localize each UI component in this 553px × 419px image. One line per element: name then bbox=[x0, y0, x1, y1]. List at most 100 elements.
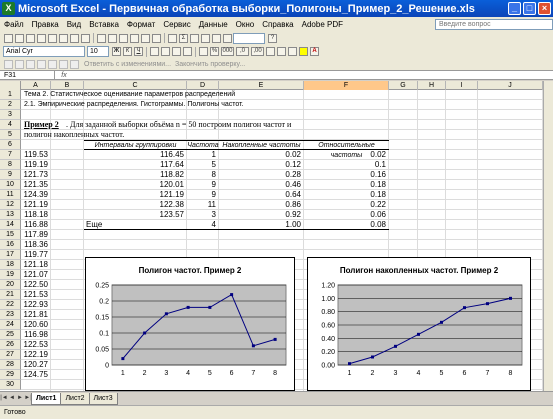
table-cell[interactable]: 0.06 bbox=[304, 210, 386, 220]
row-header[interactable]: 9 bbox=[0, 170, 21, 180]
row-header[interactable]: 2 bbox=[0, 100, 21, 110]
menu-insert[interactable]: Вставка bbox=[85, 20, 123, 29]
close-button[interactable]: × bbox=[538, 2, 551, 15]
menu-format[interactable]: Формат bbox=[123, 20, 159, 29]
merge-center-icon[interactable] bbox=[183, 47, 192, 56]
table-cell[interactable]: 122.38 bbox=[84, 200, 184, 210]
table-cell[interactable]: 9 bbox=[187, 180, 216, 190]
paste-icon[interactable] bbox=[119, 33, 128, 43]
table-header[interactable]: Частота bbox=[187, 140, 219, 150]
review-icon-6[interactable] bbox=[59, 59, 68, 69]
drawing-icon[interactable] bbox=[223, 33, 232, 43]
table-cell[interactable]: 0.12 bbox=[219, 160, 301, 170]
increase-indent-icon[interactable] bbox=[277, 47, 286, 56]
cell-example-label[interactable]: Пример 2 bbox=[24, 120, 59, 130]
font-name-select[interactable]: Arial Cyr bbox=[3, 46, 85, 57]
row-header[interactable]: 26 bbox=[0, 340, 21, 350]
cell-sample-value[interactable]: 119.19 bbox=[21, 160, 48, 170]
first-sheet-button[interactable]: |◄ bbox=[0, 394, 8, 403]
email-icon[interactable] bbox=[48, 33, 57, 43]
cell-sample-value[interactable]: 122.50 bbox=[21, 280, 48, 290]
autosum-icon[interactable]: Σ bbox=[179, 33, 188, 43]
help-icon[interactable]: ? bbox=[268, 33, 277, 43]
underline-button[interactable]: Ч bbox=[134, 47, 143, 56]
row-header[interactable]: 6 bbox=[0, 140, 21, 150]
sheet-tab-1[interactable]: Лист1 bbox=[31, 392, 62, 405]
cell-sample-value[interactable]: 117.89 bbox=[21, 230, 48, 240]
next-sheet-button[interactable]: ► bbox=[16, 394, 24, 403]
table-cell[interactable]: 0.28 bbox=[219, 170, 301, 180]
new-icon[interactable] bbox=[4, 33, 13, 43]
column-header-a[interactable]: A bbox=[21, 81, 51, 90]
row-header[interactable]: 12 bbox=[0, 200, 21, 210]
format-painter-icon[interactable] bbox=[130, 33, 139, 43]
spelling-icon[interactable] bbox=[81, 33, 90, 43]
table-cell[interactable]: 118.82 bbox=[84, 170, 184, 180]
minimize-button[interactable]: _ bbox=[508, 2, 521, 15]
row-header[interactable]: 21 bbox=[0, 290, 21, 300]
menu-help[interactable]: Справка bbox=[258, 20, 297, 29]
column-header-c[interactable]: C bbox=[84, 81, 187, 90]
worksheet-grid[interactable]: ABCDEFGHIJ 1 2 3 4 5 6 7 8 9 10 11 12 13 14 15 16 17 18 19… bbox=[0, 81, 553, 391]
copy-icon[interactable] bbox=[108, 33, 117, 43]
table-cell[interactable]: 120.01 bbox=[84, 180, 184, 190]
table-cell[interactable]: 0.46 bbox=[219, 180, 301, 190]
row-header[interactable]: 10 bbox=[0, 180, 21, 190]
table-cell[interactable]: 11 bbox=[187, 200, 216, 210]
permission-icon[interactable] bbox=[37, 33, 46, 43]
review-icon-2[interactable] bbox=[15, 59, 24, 69]
column-header-j[interactable]: J bbox=[478, 81, 543, 90]
review-icon-5[interactable] bbox=[48, 59, 57, 69]
save-icon[interactable] bbox=[26, 33, 35, 43]
row-header[interactable]: 29 bbox=[0, 370, 21, 380]
table-cell[interactable]: 0.92 bbox=[219, 210, 301, 220]
cell-sample-value[interactable]: 122.93 bbox=[21, 300, 48, 310]
column-header-d[interactable]: D bbox=[187, 81, 219, 90]
review-icon-1[interactable] bbox=[4, 59, 13, 69]
row-header[interactable]: 28 bbox=[0, 360, 21, 370]
review-icon-7[interactable] bbox=[70, 59, 79, 69]
table-cell[interactable]: 0.1 bbox=[304, 160, 386, 170]
end-review-button[interactable]: Закончить проверку... bbox=[175, 61, 245, 68]
cell-sample-value[interactable]: 118.18 bbox=[21, 210, 48, 220]
menu-tools[interactable]: Сервис bbox=[159, 20, 194, 29]
table-cell[interactable]: 0.18 bbox=[304, 190, 386, 200]
row-header[interactable]: 27 bbox=[0, 350, 21, 360]
column-header-g[interactable]: G bbox=[389, 81, 418, 90]
sort-desc-icon[interactable] bbox=[201, 33, 210, 43]
redo-icon[interactable] bbox=[152, 33, 161, 43]
table-cell[interactable]: 116.45 bbox=[84, 150, 184, 160]
row-header[interactable]: 3 bbox=[0, 110, 21, 120]
cell-sample-value[interactable]: 121.81 bbox=[21, 310, 48, 320]
table-cell[interactable]: 0.18 bbox=[304, 180, 386, 190]
cell-sample-value[interactable]: 121.18 bbox=[21, 260, 48, 270]
menu-file[interactable]: Файл bbox=[0, 20, 28, 29]
help-search-input[interactable]: Введите вопрос bbox=[435, 18, 553, 30]
sheet-tab-3[interactable]: Лист3 bbox=[88, 392, 118, 405]
undo-icon[interactable] bbox=[141, 33, 150, 43]
decrease-indent-icon[interactable] bbox=[266, 47, 275, 56]
thousands-button[interactable]: 000 bbox=[221, 47, 234, 56]
row-header[interactable]: 4 bbox=[0, 120, 21, 130]
table-cell[interactable]: 117.64 bbox=[84, 160, 184, 170]
table-header[interactable]: Относительные частоты bbox=[304, 140, 389, 159]
align-center-icon[interactable] bbox=[161, 47, 170, 56]
table-cell[interactable]: 5 bbox=[187, 160, 216, 170]
table-cell[interactable]: 3 bbox=[187, 210, 216, 220]
currency-icon[interactable] bbox=[199, 47, 208, 56]
row-header[interactable]: 24 bbox=[0, 320, 21, 330]
fx-icon[interactable]: fx bbox=[55, 72, 73, 79]
sort-asc-icon[interactable] bbox=[190, 33, 199, 43]
select-all-corner[interactable] bbox=[0, 81, 21, 90]
menu-window[interactable]: Окно bbox=[232, 20, 259, 29]
row-header[interactable]: 22 bbox=[0, 300, 21, 310]
maximize-button[interactable]: □ bbox=[523, 2, 536, 15]
row-header[interactable]: 11 bbox=[0, 190, 21, 200]
sheet-tab-2[interactable]: Лист2 bbox=[60, 392, 90, 405]
bold-button[interactable]: Ж bbox=[112, 47, 121, 56]
row-header[interactable]: 1 bbox=[0, 90, 21, 100]
column-header-f[interactable]: F bbox=[304, 81, 389, 90]
row-header[interactable]: 18 bbox=[0, 260, 21, 270]
cut-icon[interactable] bbox=[97, 33, 106, 43]
percent-button[interactable]: % bbox=[210, 47, 219, 56]
